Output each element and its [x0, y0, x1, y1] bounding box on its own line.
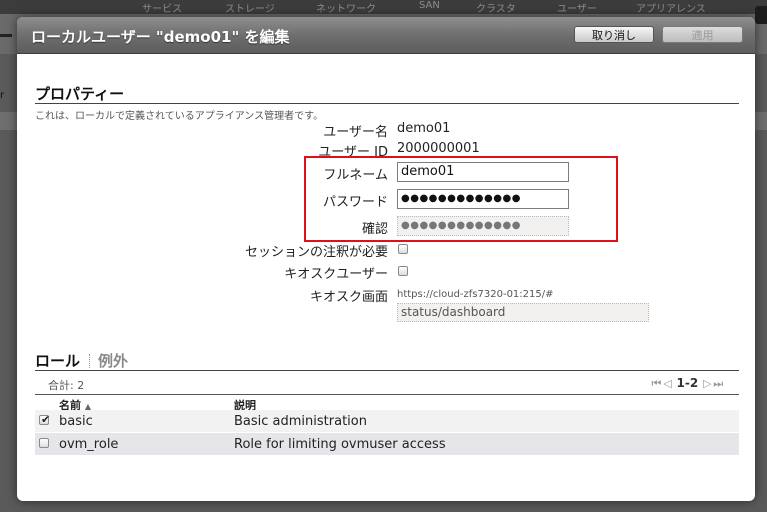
kiosk-screen-label: キオスク画面	[309, 290, 388, 305]
first-page-icon[interactable]: ⏮	[651, 377, 662, 391]
kiosk-user-checkbox[interactable]	[398, 266, 408, 276]
username-label: ユーザー名	[323, 125, 388, 140]
role-description: Role for limiting ovmuser access	[234, 437, 446, 452]
role-description: Basic administration	[234, 414, 367, 429]
properties-heading: プロパティー	[35, 85, 125, 103]
role-name: basic	[59, 414, 93, 429]
roles-tabs: ロール 例外	[35, 350, 128, 370]
username-value: demo01	[397, 121, 451, 136]
table-row[interactable]: ✔ basic Basic administration	[35, 410, 739, 432]
table-row[interactable]: ovm_role Role for limiting ovmuser acces…	[35, 433, 739, 455]
session-note-label: セッションの注釈が必要	[244, 245, 388, 260]
page-range: 1-2	[676, 376, 699, 390]
highlight-box	[304, 156, 618, 242]
bg-nav-item: アプリアレンス	[636, 4, 706, 15]
cancel-button[interactable]: 取り消し	[574, 26, 654, 43]
bg-nav-item: ユーザー	[557, 4, 597, 15]
role-name: ovm_role	[59, 437, 119, 452]
roles-table-header: 名前 ▲ 説明	[35, 394, 739, 412]
roles-divider	[35, 370, 739, 371]
last-page-icon[interactable]: ⏭	[713, 377, 724, 391]
background-nav-bar: サービス ストレージ ネットワーク SAN クラスタ ユーザー アプリアレンス	[0, 0, 767, 15]
bg-nav-item: サービス	[142, 4, 182, 15]
roles-total: 合計: 2	[48, 379, 85, 392]
kiosk-url-prefix: https://cloud-zfs7320-01:215/#	[397, 289, 554, 300]
bg-nav-item: SAN	[419, 0, 440, 11]
properties-divider	[35, 103, 739, 104]
tab-separator	[89, 354, 91, 368]
next-page-icon[interactable]: ▷	[702, 377, 713, 390]
role-checkbox[interactable]	[39, 438, 49, 448]
tab-roles[interactable]: ロール	[35, 352, 80, 370]
bg-nav-item: ストレージ	[225, 4, 275, 15]
dialog-titlebar: ローカルユーザー "demo01" を編集 取り消し 適用	[17, 17, 755, 54]
kiosk-screen-input[interactable]: status/dashboard	[397, 303, 649, 322]
background-text: r	[0, 90, 5, 101]
tab-exceptions[interactable]: 例外	[98, 352, 128, 370]
role-checkbox[interactable]: ✔	[39, 413, 51, 426]
prev-page-icon[interactable]: ◁	[662, 377, 673, 390]
edit-user-dialog: ローカルユーザー "demo01" を編集 取り消し 適用 プロパティー これは…	[17, 17, 755, 501]
session-note-checkbox[interactable]	[398, 244, 408, 254]
userid-value: 2000000001	[397, 141, 480, 156]
pagination: ⏮ ◁ 1-2 ▷ ⏭	[651, 376, 724, 391]
dialog-title: ローカルユーザー "demo01" を編集	[31, 28, 290, 46]
bg-nav-item: ネットワーク	[316, 4, 376, 15]
bg-nav-item: クラスタ	[476, 4, 516, 15]
background-widget	[755, 6, 767, 24]
properties-note: これは、ローカルで定義されているアプライアンス管理者です。	[35, 111, 324, 122]
apply-button[interactable]: 適用	[662, 26, 743, 43]
checkmark-icon: ✔	[41, 413, 51, 426]
kiosk-user-label: キオスクユーザー	[284, 267, 388, 282]
